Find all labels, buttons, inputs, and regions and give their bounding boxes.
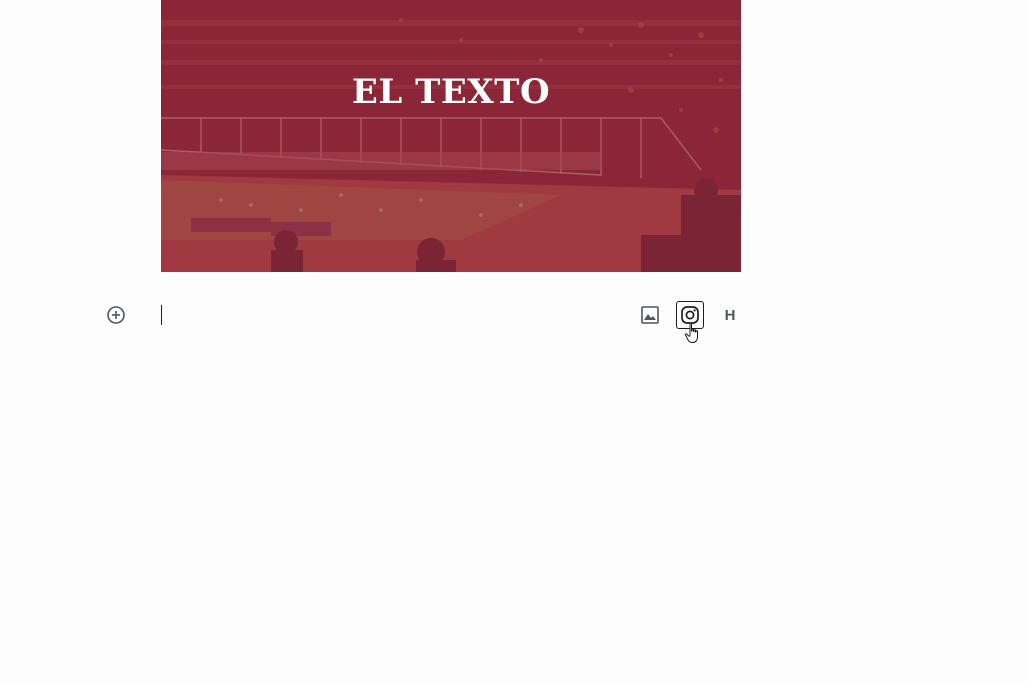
cover-overlay bbox=[161, 0, 741, 272]
hand-pointer-cursor-icon bbox=[684, 322, 698, 343]
insert-heading-button[interactable]: H bbox=[716, 301, 744, 329]
cover-title-text[interactable]: EL TEXTO bbox=[161, 72, 741, 112]
paragraph-text-cursor[interactable] bbox=[161, 305, 162, 325]
plus-circle-icon bbox=[107, 306, 125, 324]
add-block-button[interactable] bbox=[105, 304, 127, 326]
insert-image-button[interactable] bbox=[636, 301, 664, 329]
block-editor-canvas: EL TEXTO H bbox=[0, 0, 1027, 682]
cover-block[interactable]: EL TEXTO bbox=[161, 0, 741, 272]
image-icon bbox=[641, 306, 659, 324]
